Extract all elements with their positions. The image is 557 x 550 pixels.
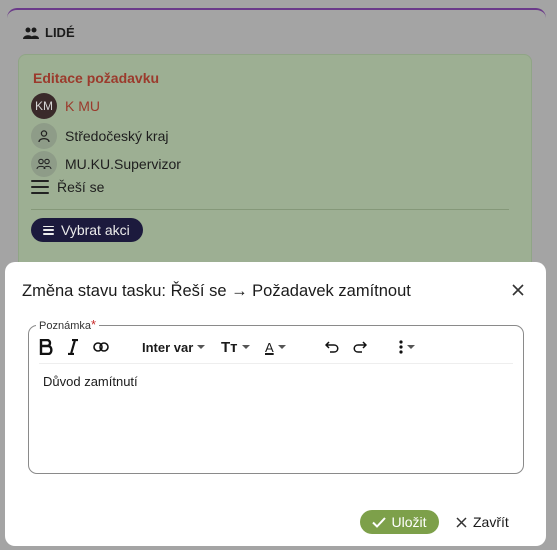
group-icon bbox=[31, 151, 57, 177]
more-options-icon[interactable] bbox=[399, 335, 415, 359]
assignee-row: KM K MU bbox=[31, 93, 100, 119]
italic-icon[interactable] bbox=[67, 335, 79, 359]
note-field: Poznámka* Inter var Tт A Důvod zamítnutí bbox=[28, 317, 524, 474]
bold-icon[interactable] bbox=[39, 335, 53, 359]
status-row: Řeší se bbox=[31, 179, 104, 195]
role-row: MU.KU.Supervizor bbox=[31, 151, 181, 177]
people-icon bbox=[23, 27, 39, 39]
editor-toolbar: Inter var Tт A bbox=[29, 335, 523, 359]
role-text: MU.KU.Supervizor bbox=[65, 156, 181, 172]
close-button[interactable]: Zavřít bbox=[456, 510, 509, 534]
check-icon bbox=[372, 516, 387, 528]
font-size-select[interactable]: Tт bbox=[221, 335, 250, 359]
chevron-down-icon bbox=[197, 345, 206, 349]
note-editor[interactable]: Důvod zamítnutí bbox=[43, 374, 138, 389]
task-title[interactable]: Editace požadavku bbox=[33, 70, 159, 86]
assignee-name[interactable]: K MU bbox=[65, 98, 100, 114]
select-action-button[interactable]: Vybrat akci bbox=[31, 218, 143, 242]
divider bbox=[31, 209, 509, 210]
status-change-dialog: Změna stavu tasku: Řeší se → Požadavek z… bbox=[5, 262, 546, 546]
status-text: Řeší se bbox=[57, 179, 105, 195]
menu-icon bbox=[31, 180, 49, 194]
toolbar-divider bbox=[39, 363, 513, 364]
font-size-icon: Tт bbox=[221, 338, 238, 356]
task-card: Editace požadavku KM K MU Středočeský kr… bbox=[18, 54, 532, 284]
region-text: Středočeský kraj bbox=[65, 128, 169, 144]
menu-icon bbox=[43, 225, 54, 235]
text-color-select[interactable]: A bbox=[265, 335, 286, 359]
note-label: Poznámka* bbox=[36, 317, 100, 332]
save-button[interactable]: Uložit bbox=[360, 510, 439, 534]
avatar: KM bbox=[31, 93, 57, 119]
redo-icon[interactable] bbox=[353, 335, 367, 359]
text-color-icon: A bbox=[265, 339, 274, 355]
region-row: Středočeský kraj bbox=[31, 123, 168, 149]
chevron-down-icon bbox=[241, 345, 250, 349]
chevron-down-icon bbox=[407, 345, 415, 349]
person-icon bbox=[31, 123, 57, 149]
required-mark: * bbox=[90, 317, 97, 332]
chevron-down-icon bbox=[277, 345, 286, 349]
font-family-select[interactable]: Inter var bbox=[142, 335, 206, 359]
undo-icon[interactable] bbox=[325, 335, 339, 359]
link-icon[interactable] bbox=[93, 335, 109, 359]
close-label: Zavřít bbox=[473, 514, 509, 530]
save-label: Uložit bbox=[391, 514, 427, 530]
close-icon[interactable] bbox=[510, 282, 526, 298]
select-action-label: Vybrat akci bbox=[61, 222, 130, 238]
section-title: LIDÉ bbox=[45, 25, 75, 40]
close-icon bbox=[456, 516, 467, 528]
dialog-title: Změna stavu tasku: Řeší se → Požadavek z… bbox=[22, 282, 411, 300]
note-label-text: Poznámka bbox=[39, 320, 91, 332]
font-family-value: Inter var bbox=[142, 339, 194, 355]
section-header: LIDÉ bbox=[23, 25, 75, 40]
